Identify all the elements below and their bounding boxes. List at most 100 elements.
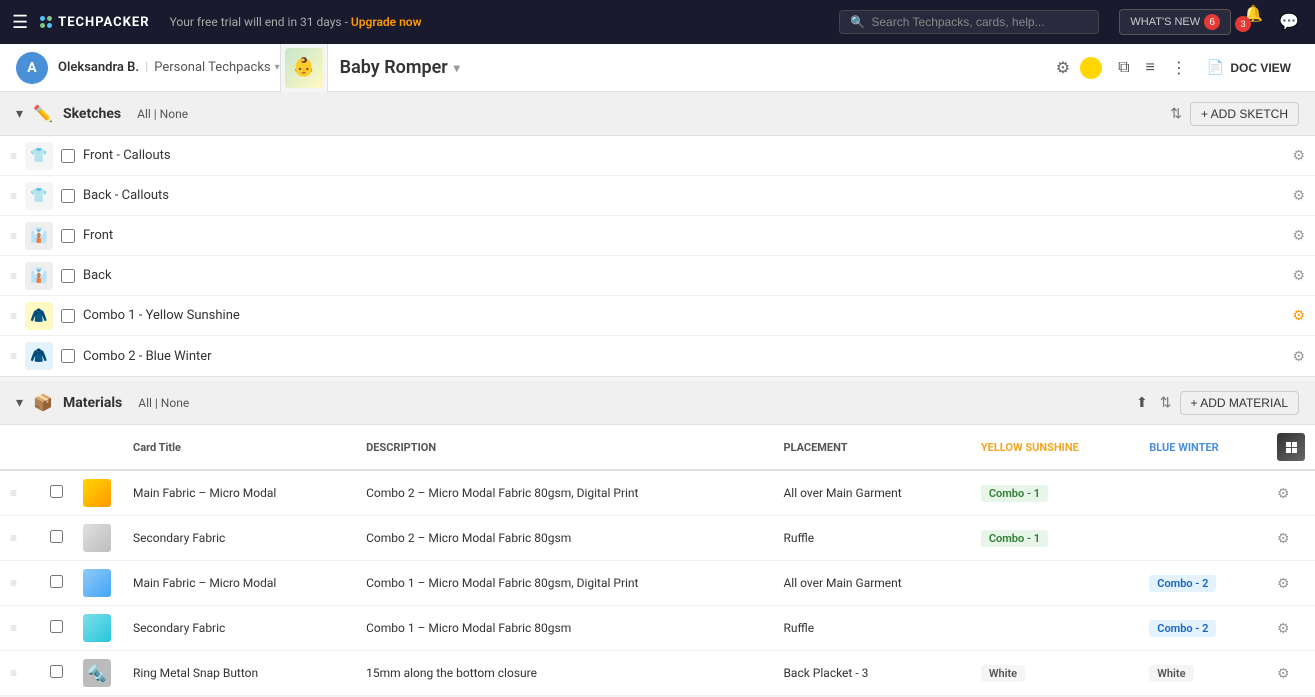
drag-handle[interactable]: ≡: [10, 531, 17, 545]
logo-dot-2: [47, 16, 52, 21]
sketch-settings-button[interactable]: ⚙: [1292, 187, 1305, 204]
sketch-checkbox[interactable]: [61, 349, 75, 363]
material-card-title[interactable]: Main Fabric – Micro Modal: [123, 561, 356, 606]
material-placement[interactable]: Back Placket - 3: [773, 651, 970, 696]
sketches-sort-icon[interactable]: ⇅: [1170, 106, 1182, 122]
sketch-settings-button[interactable]: ⚙: [1292, 307, 1305, 324]
sketch-checkbox[interactable]: [61, 229, 75, 243]
material-card-title[interactable]: Main Fabric – Micro Modal: [123, 470, 356, 516]
whats-new-button[interactable]: WHAT'S NEW 6: [1119, 9, 1231, 35]
color-swatch[interactable]: [1080, 57, 1102, 79]
materials-filter-all[interactable]: All: [138, 396, 152, 410]
upgrade-link[interactable]: Upgrade now: [351, 15, 422, 29]
material-placement[interactable]: Ruffle: [773, 606, 970, 651]
add-material-button[interactable]: + ADD MATERIAL: [1180, 391, 1299, 415]
more-options-button[interactable]: ⋮: [1167, 54, 1191, 82]
drag-handle[interactable]: ≡: [10, 149, 17, 163]
sketch-settings-button[interactable]: ⚙: [1292, 227, 1305, 244]
drag-handle[interactable]: ≡: [10, 309, 17, 323]
material-card-title[interactable]: Secondary Fabric: [123, 516, 356, 561]
search-bar[interactable]: 🔍: [839, 10, 1099, 34]
material-description[interactable]: Combo 1 – Micro Modal Fabric 80gsm: [356, 606, 773, 651]
materials-table: Card Title DESCRIPTION PLACEMENT YELLOW …: [0, 425, 1315, 696]
yellow-combo-value[interactable]: White: [981, 665, 1025, 682]
sketch-row: ≡ 👔 Back ⚙: [0, 256, 1315, 296]
material-checkbox[interactable]: [50, 620, 63, 633]
blue-combo-value[interactable]: White: [1149, 665, 1193, 682]
drag-handle[interactable]: ≡: [10, 666, 17, 680]
sketch-checkbox[interactable]: [61, 189, 75, 203]
sketch-settings-button[interactable]: ⚙: [1292, 147, 1305, 164]
drag-handle[interactable]: ≡: [10, 621, 17, 635]
doc-view-button[interactable]: 📄 DOC VIEW: [1199, 55, 1299, 80]
sketch-name[interactable]: Combo 1 - Yellow Sunshine: [83, 308, 1284, 323]
sketch-checkbox[interactable]: [61, 269, 75, 283]
material-settings-button[interactable]: ⚙: [1277, 665, 1290, 682]
second-nav: A Oleksandra B. | Personal Techpacks ▾ 👶…: [0, 44, 1315, 92]
sketch-row: ≡ 👕 Back - Callouts ⚙: [0, 176, 1315, 216]
sketches-filter: All | None: [137, 107, 188, 121]
drag-handle[interactable]: ≡: [10, 349, 17, 363]
blue-combo-value[interactable]: Combo - 2: [1149, 620, 1216, 637]
material-description[interactable]: Combo 1 – Micro Modal Fabric 80gsm, Digi…: [356, 561, 773, 606]
drag-handle[interactable]: ≡: [10, 486, 17, 500]
filter-button[interactable]: ≡: [1142, 55, 1159, 81]
yellow-combo-value[interactable]: Combo - 1: [981, 485, 1048, 502]
material-checkbox[interactable]: [50, 485, 63, 498]
sketch-name[interactable]: Back - Callouts: [83, 188, 1284, 203]
sketch-name[interactable]: Front - Callouts: [83, 148, 1284, 163]
material-checkbox[interactable]: [50, 530, 63, 543]
product-name[interactable]: Baby Romper ▾: [328, 57, 472, 78]
menu-icon[interactable]: ☰: [12, 12, 28, 33]
chat-button[interactable]: 💬: [1275, 8, 1303, 36]
notifications-button[interactable]: 🔔 3: [1239, 0, 1267, 44]
settings-icon[interactable]: ⚙: [1056, 58, 1070, 77]
material-checkbox[interactable]: [50, 575, 63, 588]
materials-upload-button[interactable]: ⬆: [1132, 390, 1152, 415]
material-card-title[interactable]: Ring Metal Snap Button: [123, 651, 356, 696]
materials-filter-none[interactable]: None: [161, 396, 189, 410]
sketch-checkbox[interactable]: [61, 309, 75, 323]
drag-handle[interactable]: ≡: [10, 269, 17, 283]
drag-handle[interactable]: ≡: [10, 576, 17, 590]
material-description[interactable]: 15mm along the bottom closure: [356, 651, 773, 696]
sketch-thumb: 👕: [25, 142, 53, 170]
column-manage-icon[interactable]: [1277, 433, 1305, 461]
sketch-name[interactable]: Back: [83, 268, 1284, 283]
yellow-combo-value[interactable]: Combo - 1: [981, 530, 1048, 547]
material-description[interactable]: Combo 2 – Micro Modal Fabric 80gsm, Digi…: [356, 470, 773, 516]
col-card-title: Card Title: [123, 425, 356, 470]
material-settings-button[interactable]: ⚙: [1277, 575, 1290, 592]
drag-handle[interactable]: ≡: [10, 229, 17, 243]
copy-button[interactable]: ⧉: [1114, 55, 1133, 81]
material-card-title[interactable]: Secondary Fabric: [123, 606, 356, 651]
material-checkbox[interactable]: [50, 665, 63, 678]
materials-sort-icon[interactable]: ⇅: [1160, 395, 1172, 411]
sketches-toggle[interactable]: ▾: [16, 106, 23, 122]
blue-combo-value[interactable]: Combo - 2: [1149, 575, 1216, 592]
sketch-row: ≡ 🧥 Combo 2 - Blue Winter ⚙: [0, 336, 1315, 376]
search-input[interactable]: [871, 15, 1088, 29]
user-name[interactable]: Oleksandra B.: [58, 60, 139, 75]
sketch-settings-button[interactable]: ⚙: [1292, 348, 1305, 365]
sketches-filter-all[interactable]: All: [137, 107, 151, 121]
material-placement[interactable]: All over Main Garment: [773, 470, 970, 516]
yellow-combo-value: [971, 606, 1139, 651]
sketches-filter-none[interactable]: None: [160, 107, 188, 121]
sketch-name[interactable]: Combo 2 - Blue Winter: [83, 349, 1284, 364]
material-settings-button[interactable]: ⚙: [1277, 620, 1290, 637]
material-placement[interactable]: Ruffle: [773, 516, 970, 561]
sketch-settings-button[interactable]: ⚙: [1292, 267, 1305, 284]
col-blue: BLUE WINTER: [1139, 425, 1267, 470]
sketch-name[interactable]: Front: [83, 228, 1284, 243]
workspace-breadcrumb[interactable]: Personal Techpacks ▾: [154, 60, 279, 75]
material-settings-button[interactable]: ⚙: [1277, 530, 1290, 547]
add-sketch-button[interactable]: + ADD SKETCH: [1190, 102, 1299, 126]
sketch-checkbox[interactable]: [61, 149, 75, 163]
material-thumb: [83, 524, 111, 552]
materials-toggle[interactable]: ▾: [16, 395, 23, 411]
material-placement[interactable]: All over Main Garment: [773, 561, 970, 606]
drag-handle[interactable]: ≡: [10, 189, 17, 203]
material-settings-button[interactable]: ⚙: [1277, 485, 1290, 502]
material-description[interactable]: Combo 2 – Micro Modal Fabric 80gsm: [356, 516, 773, 561]
